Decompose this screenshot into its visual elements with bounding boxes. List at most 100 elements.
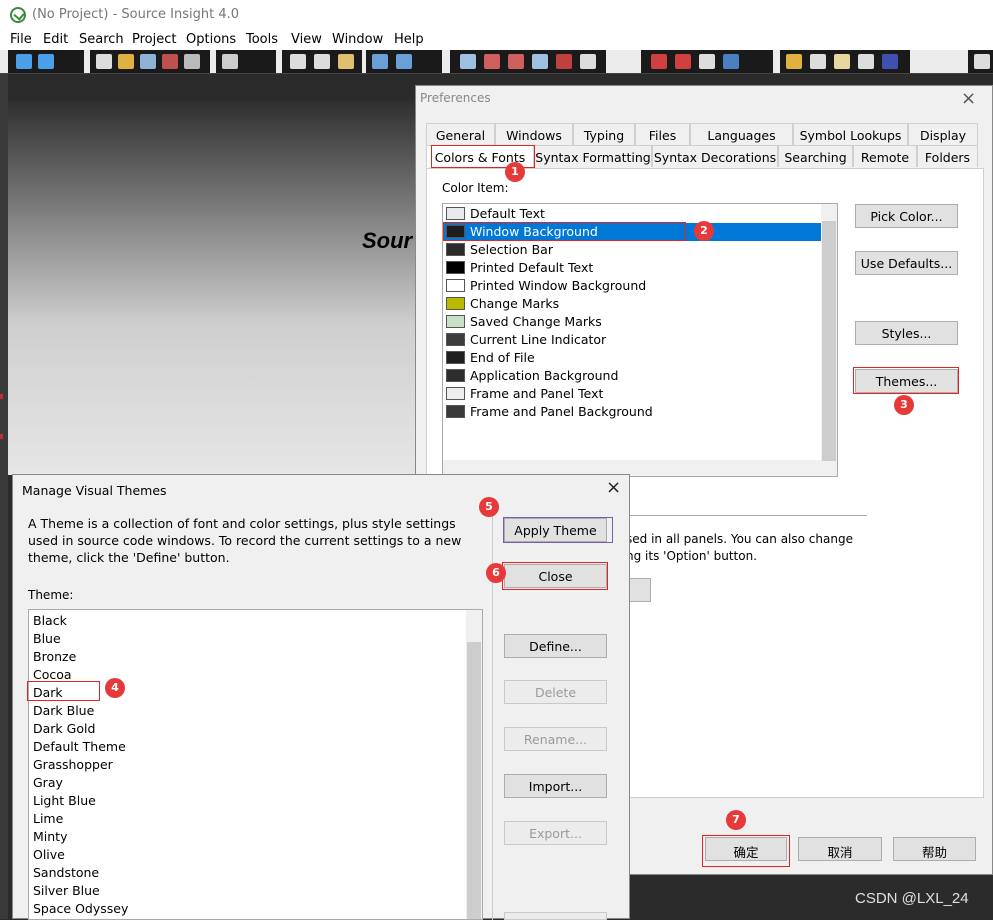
bookmark-next-icon[interactable] [675,54,691,69]
list-item[interactable]: Cocoa [33,667,72,682]
paste-icon[interactable] [338,54,354,69]
list-item[interactable]: Printed Window Background [444,277,822,295]
forward-icon[interactable] [38,54,54,69]
cancel-button[interactable]: 取消 [798,837,882,861]
list-item[interactable]: Minty [33,829,67,844]
replace-icon[interactable] [556,54,572,69]
list-item[interactable]: Default Theme [33,739,126,754]
tab-folders[interactable]: Folders [917,145,978,167]
star-icon[interactable] [723,54,739,69]
menu-project[interactable]: Project [132,32,176,47]
menu-view[interactable]: View [291,32,322,47]
menu-help[interactable]: Help [394,32,424,47]
list-item[interactable]: Bronze [33,649,76,664]
import-button[interactable]: Import... [504,774,607,798]
symbol-info-icon[interactable] [786,54,802,69]
list-item[interactable]: Application Background [444,367,822,385]
list-item[interactable]: Change Marks [444,295,822,313]
pick-color-button[interactable]: Pick Color... [855,204,958,228]
list-item[interactable]: Light Blue [33,793,96,808]
scroll-thumb[interactable] [467,642,481,919]
toolbar-nav-group [8,50,84,73]
list-item[interactable]: Dark Gold [33,721,95,736]
function-icon[interactable] [858,54,874,69]
save-icon[interactable] [140,54,156,69]
tab-display[interactable]: Display [908,123,978,145]
search-files-icon[interactable] [532,54,548,69]
tab-typing[interactable]: Typing [573,123,635,145]
theme-list[interactable]: Black Blue Bronze Cocoa Dark Dark Blue D… [28,609,483,920]
list-item[interactable]: Frame and Panel Background [444,403,822,421]
tab-syntax-decorations[interactable]: Syntax Decorations [652,145,778,167]
menu-options[interactable]: Options [186,32,236,47]
bookmark-list-icon[interactable] [699,54,715,69]
color-swatch [446,279,465,292]
use-defaults-button[interactable]: Use Defaults... [855,251,958,275]
menu-search[interactable]: Search [79,32,124,47]
list-item[interactable]: Silver Blue [33,883,100,898]
bookmark-prev-icon[interactable] [651,54,667,69]
list-item[interactable]: Black [33,613,67,628]
relation-icon[interactable] [882,54,898,69]
menu-window[interactable]: Window [332,32,383,47]
copy-icon[interactable] [314,54,330,69]
tab-windows[interactable]: Windows [495,123,573,145]
help-button[interactable]: 帮助 [893,837,976,861]
delete-button[interactable]: Delete [504,680,607,704]
styles-button[interactable]: Styles... [855,321,958,345]
menu-file[interactable]: File [10,32,32,47]
undo-icon[interactable] [372,54,388,69]
print-icon[interactable] [222,54,238,69]
list-item[interactable]: Gray [33,775,63,790]
list-item[interactable]: Selection Bar [444,241,822,259]
list-item[interactable]: Frame and Panel Text [444,385,822,403]
open-folder-icon[interactable] [118,54,134,69]
tab-syntax-formatting[interactable]: Syntax Formatting [534,145,652,167]
list-item[interactable]: Default Text [444,205,822,223]
list-item[interactable]: Printed Default Text [444,259,822,277]
tab-searching[interactable]: Searching [778,145,853,167]
tab-files[interactable]: Files [635,123,690,145]
list-item[interactable]: Dark Blue [33,703,94,718]
layout-grid-icon[interactable] [974,54,990,69]
rename-button[interactable]: Rename... [504,727,607,751]
list-item[interactable]: Grasshopper [33,757,113,772]
color-item-list[interactable]: Default Text Window Background Selection… [442,203,838,477]
save-all-icon[interactable] [162,54,178,69]
cut-icon[interactable] [290,54,306,69]
book-icon[interactable] [834,54,850,69]
define-button[interactable]: Define... [504,634,607,658]
tab-remote[interactable]: Remote [853,145,917,167]
vertical-scrollbar[interactable] [466,610,482,919]
web-search-icon[interactable] [580,54,596,69]
list-item[interactable]: Saved Change Marks [444,313,822,331]
export-button[interactable]: Export... [504,821,607,845]
menu-edit[interactable]: Edit [43,32,68,47]
theme-description: A Theme is a collection of font and colo… [28,516,462,565]
vertical-scrollbar[interactable] [821,204,837,476]
list-item[interactable]: Sandstone [33,865,99,880]
close-icon[interactable]: × [961,88,976,109]
close-file-icon[interactable] [184,54,200,69]
close-icon[interactable]: × [606,477,621,498]
new-file-icon[interactable] [96,54,112,69]
find-prev-icon[interactable] [484,54,500,69]
color-swatch [446,207,465,220]
find-icon[interactable] [460,54,476,69]
list-item[interactable]: Blue [33,631,61,646]
toolbar-bookmark-group [641,50,773,73]
tab-symbol-lookups[interactable]: Symbol Lookups [793,123,908,145]
scroll-thumb[interactable] [822,221,836,461]
back-icon[interactable] [16,54,32,69]
list-item[interactable]: Space Odyssey [33,901,128,916]
list-item[interactable]: Olive [33,847,65,862]
list-item[interactable]: Lime [33,811,63,826]
tab-general[interactable]: General [426,123,495,145]
help-query-icon[interactable] [810,54,826,69]
find-next-icon[interactable] [508,54,524,69]
redo-icon[interactable] [396,54,412,69]
tab-languages[interactable]: Languages [690,123,793,145]
list-item[interactable]: Current Line Indicator [444,331,822,349]
list-item[interactable]: End of File [444,349,822,367]
menu-tools[interactable]: Tools [246,32,278,47]
